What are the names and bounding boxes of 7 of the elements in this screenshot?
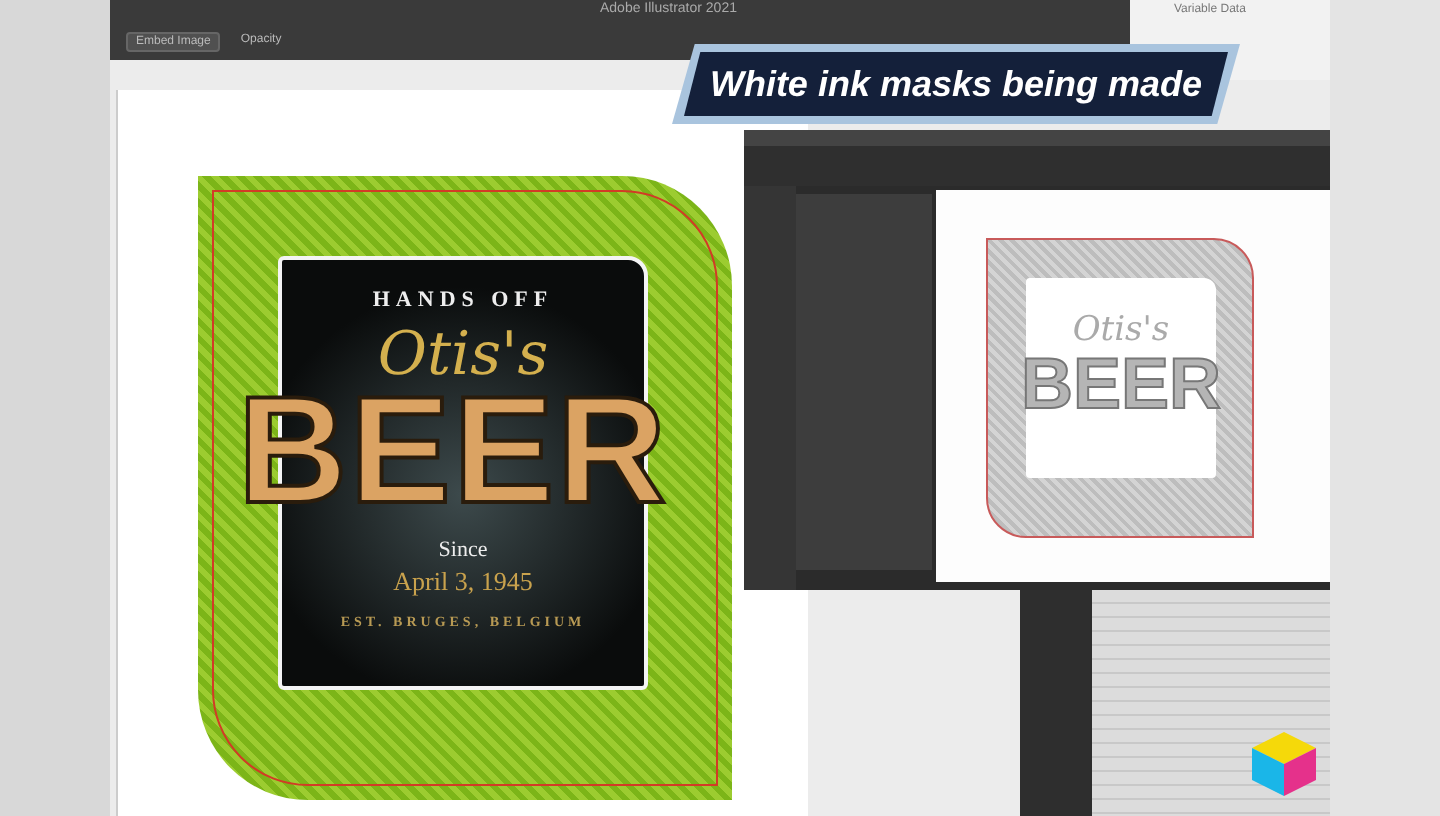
caption-text: White ink masks being made xyxy=(684,52,1228,116)
label-date: April 3, 1945 xyxy=(393,566,533,598)
cube-logo-icon xyxy=(1248,728,1320,800)
mask-brand-name: Otis's xyxy=(1072,310,1170,350)
label-tagline: HANDS OFF xyxy=(372,288,554,312)
mask-product: BEER xyxy=(1020,350,1222,418)
label-since: Since xyxy=(438,538,488,562)
